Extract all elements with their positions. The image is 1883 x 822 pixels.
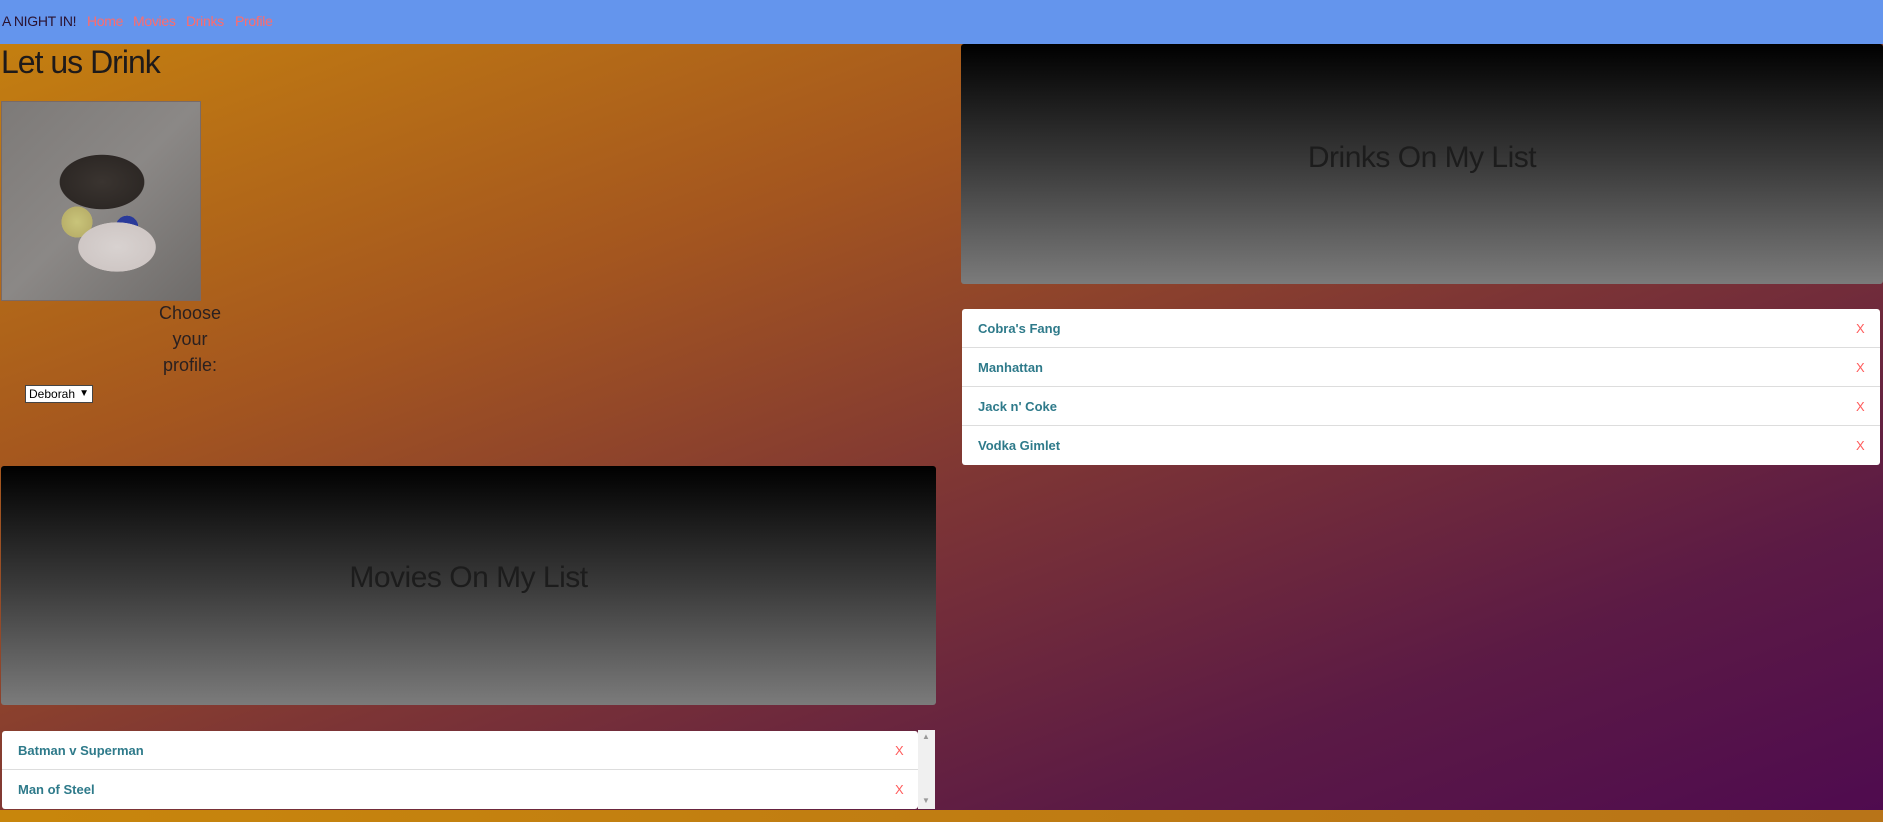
movies-panel-title: Movies On My List xyxy=(349,561,588,594)
nav-link-movies[interactable]: Movies xyxy=(133,13,176,29)
nav-link-home[interactable]: Home xyxy=(87,13,123,29)
remove-movie-button[interactable]: X xyxy=(895,782,904,797)
choose-label-line-3: profile: xyxy=(162,355,218,375)
choose-label-line-1: Choose xyxy=(158,303,222,323)
drinks-list: Cobra's Fang X Manhattan X Jack n' Coke … xyxy=(962,309,1880,465)
footer-strip xyxy=(0,810,1883,822)
drinks-list-item[interactable]: Manhattan X xyxy=(962,348,1880,387)
drinks-list-item[interactable]: Cobra's Fang X xyxy=(962,309,1880,348)
scroll-down-arrow-icon[interactable]: ▼ xyxy=(922,796,930,805)
drinks-panel-title: Drinks On My List xyxy=(1307,141,1537,174)
movies-list: Batman v Superman X Man of Steel X xyxy=(2,731,918,809)
profile-select[interactable]: Deborah ▼ xyxy=(25,385,93,403)
remove-movie-button[interactable]: X xyxy=(895,743,904,758)
remove-drink-button[interactable]: X xyxy=(1856,321,1865,336)
brand-logo-text[interactable]: A NIGHT IN! xyxy=(2,13,77,29)
profile-avatar-image xyxy=(1,101,201,301)
drinks-list-item[interactable]: Jack n' Coke X xyxy=(962,387,1880,426)
movie-name[interactable]: Batman v Superman xyxy=(18,743,144,758)
choose-label-line-2: your xyxy=(172,329,208,349)
dropdown-arrow-icon: ▼ xyxy=(79,388,89,399)
profile-select-value: Deborah xyxy=(29,387,76,401)
drink-name[interactable]: Cobra's Fang xyxy=(978,321,1061,336)
remove-drink-button[interactable]: X xyxy=(1856,360,1865,375)
choose-profile-label: Choose your profile: xyxy=(150,300,230,378)
nav-link-drinks[interactable]: Drinks xyxy=(186,13,224,29)
scroll-up-arrow-icon[interactable]: ▲ xyxy=(922,732,930,741)
drink-name[interactable]: Manhattan xyxy=(978,360,1043,375)
movies-list-item[interactable]: Man of Steel X xyxy=(2,770,918,809)
drink-name[interactable]: Vodka Gimlet xyxy=(978,438,1060,453)
movie-name[interactable]: Man of Steel xyxy=(18,782,95,797)
nav-link-profile[interactable]: Profile xyxy=(235,13,273,29)
movies-list-scrollbar[interactable]: ▲ ▼ xyxy=(918,730,935,809)
movies-list-item[interactable]: Batman v Superman X xyxy=(2,731,918,770)
drink-name[interactable]: Jack n' Coke xyxy=(978,399,1057,414)
drinks-panel-header: Drinks On My List xyxy=(961,44,1883,284)
remove-drink-button[interactable]: X xyxy=(1856,399,1865,414)
drinks-list-item[interactable]: Vodka Gimlet X xyxy=(962,426,1880,465)
movies-panel-header: Movies On My List xyxy=(1,466,936,705)
remove-drink-button[interactable]: X xyxy=(1856,438,1865,453)
top-navbar: A NIGHT IN! Home Movies Drinks Profile xyxy=(0,0,1883,44)
page-title: Let us Drink xyxy=(1,44,161,80)
